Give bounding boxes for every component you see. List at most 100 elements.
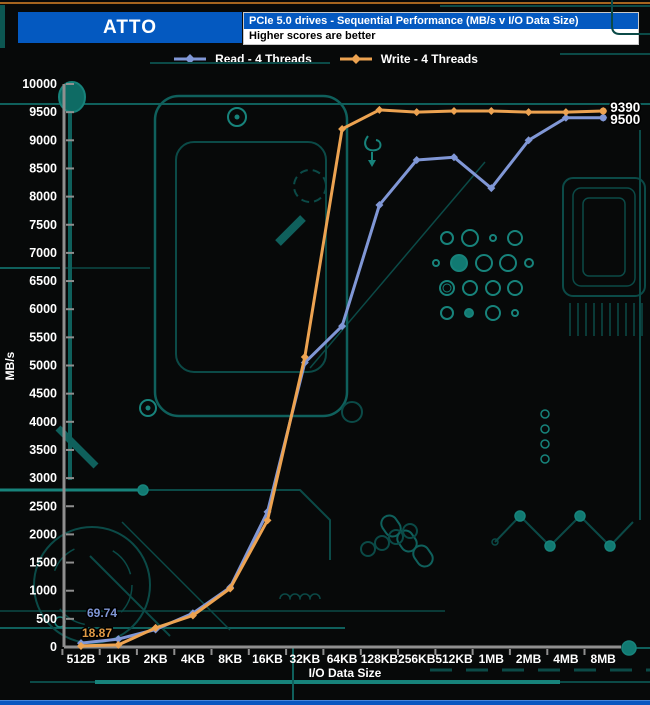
circuit-pad: [439, 280, 455, 296]
circuit-pad: [540, 409, 550, 419]
circuit-pad: [540, 439, 550, 449]
x-axis-tick-label: 32KB: [289, 652, 320, 666]
read-series-endpoint: [599, 114, 607, 122]
circuit-pad: [511, 309, 519, 317]
circuit-trace: [275, 215, 306, 246]
circuit-trace: [562, 177, 646, 297]
bottom-edge-trace: [0, 700, 650, 705]
y-axis-tick-label: 9500: [29, 105, 57, 119]
x-axis-tick-label: 128KB: [361, 652, 399, 666]
circuit-pad: [621, 640, 637, 656]
x-axis-tick-label: 64KB: [327, 652, 358, 666]
circuit-trace: [148, 489, 331, 560]
y-axis-tick-label: 0: [50, 640, 57, 654]
write-series-endpoint: [599, 107, 607, 115]
circuit-pad: [574, 510, 586, 522]
circuit-trace: [364, 135, 382, 152]
circuit-pad: [374, 535, 390, 551]
circuit-pad: [341, 401, 363, 423]
x-axis-tick-label: 256KB: [398, 652, 436, 666]
y-axis-tick-label: 1500: [29, 556, 57, 570]
read-series-line: [80, 116, 604, 645]
x-axis-tick-label: 4MB: [553, 652, 579, 666]
x-axis-tick-label: 512B: [67, 652, 96, 666]
y-axis-title: MB/s: [3, 351, 17, 380]
y-axis-tick-label: 4500: [29, 387, 57, 401]
x-axis-tick-label: 2MB: [516, 652, 542, 666]
y-axis-tick-label: 500: [36, 612, 57, 626]
x-axis-tick-label: 512KB: [435, 652, 473, 666]
x-axis-tick-label: 4KB: [181, 652, 205, 666]
circuit-pad: [540, 454, 550, 464]
circuit-pad: [461, 229, 479, 247]
y-axis-tick-label: 2500: [29, 499, 57, 513]
y-axis-tick-label: 1000: [29, 584, 57, 598]
x-axis-tick-label: 1MB: [479, 652, 505, 666]
y-axis-tick-label: 5500: [29, 330, 57, 344]
x-axis-tick-label: 16KB: [252, 652, 283, 666]
y-axis-tick-label: 2000: [29, 527, 57, 541]
x-axis-tick-label: 8MB: [591, 652, 617, 666]
y-axis-tick-label: 10000: [22, 77, 57, 91]
read-start-value-label: 69.74: [87, 606, 117, 620]
y-axis-tick-label: 6000: [29, 302, 57, 316]
circuit-pad: [489, 234, 497, 242]
circuit-pad: [293, 169, 327, 203]
circuit-pad: [432, 259, 440, 267]
chart-plot-area: 0 500 1000 1500 2000 2500 3000 3500 4000 4500 5000…: [0, 0, 650, 705]
circuit-pad: [440, 306, 454, 320]
circuit-trace: [121, 521, 231, 631]
circuit-pad: [450, 254, 468, 272]
circuit-pad: [412, 544, 434, 568]
y-axis-tick-label: 8000: [29, 190, 57, 204]
circuit-pad: [524, 258, 534, 268]
circuit-arrow: [368, 160, 376, 167]
circuit-pad: [145, 405, 151, 411]
y-axis-tick-label: 4000: [29, 415, 57, 429]
circuit-board-art: [0, 0, 650, 705]
circuit-pad: [485, 305, 501, 321]
x-axis-title: I/O Data Size: [309, 666, 382, 680]
chart-series: [77, 105, 608, 650]
y-axis-tick-label: 3000: [29, 471, 57, 485]
x-axis-tick-label: 8KB: [218, 652, 242, 666]
circuit-pad: [507, 280, 523, 296]
write-series-line: [80, 108, 604, 648]
circuit-pad: [464, 308, 474, 318]
write-series-marker: [412, 108, 421, 117]
circuit-pad: [234, 114, 240, 120]
circuit-pad: [544, 540, 556, 552]
y-axis-tick-label: 7000: [29, 246, 57, 260]
y-axis-tick-label: 6500: [29, 274, 57, 288]
circuit-pad: [137, 484, 149, 496]
x-axis-tick-label: 2KB: [144, 652, 168, 666]
write-series-marker: [561, 108, 570, 117]
circuit-trace: [175, 141, 327, 373]
x-axis-tick-label: 1KB: [106, 652, 130, 666]
read-end-value-label: 9500: [610, 112, 640, 127]
circuit-pad: [499, 254, 517, 272]
y-axis-tick-label: 8500: [29, 161, 57, 175]
circuit-pad: [462, 280, 478, 296]
benchmark-chart-screen: ATTO PCIe 5.0 drives - Sequential Perfor…: [0, 0, 650, 705]
write-start-value-label: 18.87: [82, 626, 112, 640]
circuit-pad: [360, 541, 376, 557]
y-axis-tick-label: 7500: [29, 218, 57, 232]
chart-annotations: 69.7418.8793909500: [81, 99, 642, 642]
circuit-trace: [279, 593, 321, 600]
write-series-marker: [487, 107, 496, 116]
circuit-trace: [582, 197, 626, 277]
y-axis-tick-label: 5000: [29, 359, 57, 373]
y-axis-tick-label: 3500: [29, 443, 57, 457]
circuit-pad: [507, 230, 523, 246]
circuit-pad: [514, 510, 526, 522]
circuit-pad: [604, 540, 616, 552]
circuit-pad: [475, 254, 493, 272]
circuit-pad: [442, 283, 452, 293]
write-series-marker: [524, 108, 533, 117]
y-axis-tick-label: 9000: [29, 133, 57, 147]
circuit-pad: [485, 280, 501, 296]
circuit-pad: [540, 424, 550, 434]
write-series-marker: [450, 107, 458, 116]
circuit-pad: [440, 231, 454, 245]
